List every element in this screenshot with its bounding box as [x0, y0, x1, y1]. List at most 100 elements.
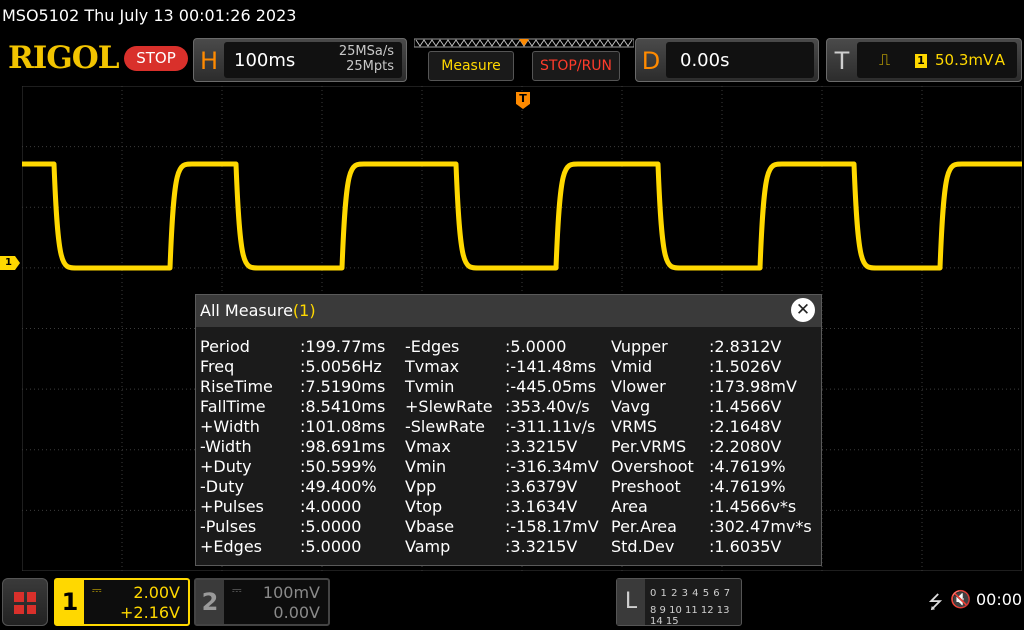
measure-name: RiseTime	[200, 377, 273, 396]
trigger-panel[interactable]: T ⎍ 1 50.3mV A	[826, 38, 1022, 82]
measure-value: :-158.17mV	[505, 517, 599, 536]
close-icon[interactable]: ✕	[791, 298, 815, 322]
trigger-source: 1	[915, 54, 927, 68]
trigger-readout: ⎍ 1 50.3mV A	[857, 42, 1017, 78]
ch1-scale: 2.00V	[133, 583, 180, 602]
usb-icon: ⭍	[928, 592, 943, 613]
measure-value: :3.1634V	[505, 497, 578, 516]
trigger-letter: T	[834, 47, 850, 75]
horizontal-readout: 100ms 25MSa/s 25Mpts	[224, 42, 402, 78]
measure-value: :5.0056Hz	[300, 357, 382, 376]
brand-logo: RIGOL	[8, 40, 120, 76]
measure-value: :199.77ms	[300, 337, 386, 356]
measure-value: :2.2080V	[709, 437, 782, 456]
delay-panel[interactable]: D 0.00s	[635, 38, 819, 82]
status-text: MSO5102 Thu July 13 00:01:26 2023	[2, 6, 297, 25]
measure-value: :5.0000	[505, 337, 567, 356]
ch1-waveform	[22, 161, 1022, 271]
grid-menu-icon[interactable]	[2, 578, 48, 626]
la-channels-8-15: 8 9 10 11 12 13 14 15	[650, 605, 730, 627]
run-state-badge[interactable]: STOP	[124, 46, 188, 71]
measure-name: -Width	[200, 437, 252, 456]
measure-name: Freq	[200, 357, 235, 376]
ch1-channel-box[interactable]: 1 ⎓ 2.00V +2.16V	[54, 578, 190, 626]
delay-value: 0.00s	[680, 50, 730, 71]
measure-name: +Duty	[200, 457, 252, 476]
logic-analyzer-box[interactable]: L 0 1 2 3 4 5 6 7 8 9 10 11 12 13 14 15	[616, 578, 742, 627]
ch1-offset: +2.16V	[120, 603, 180, 622]
measure-name: +SlewRate	[405, 397, 493, 416]
la-channels-0-7: 0 1 2 3 4 5 6 7	[650, 588, 731, 599]
measure-name: Tvmin	[405, 377, 455, 396]
measure-name: +Edges	[200, 537, 263, 556]
measure-value: :1.4566v*s	[709, 497, 797, 516]
measure-value: :4.0000	[300, 497, 362, 516]
measure-name: Vbase	[405, 517, 455, 536]
trigger-mode: A	[994, 51, 1005, 69]
measure-value: :353.40v/s	[505, 397, 590, 416]
measure-value: :7.5190ms	[300, 377, 386, 396]
trigger-level: 50.3mV	[935, 51, 994, 69]
measure-name: Vlower	[611, 377, 666, 396]
toolbar: RIGOL STOP H 100ms 25MSa/s 25Mpts Measur…	[0, 34, 1024, 84]
measure-value: :5.0000	[300, 537, 362, 556]
measure-value: :3.6379V	[505, 477, 578, 496]
measure-value: :3.3215V	[505, 537, 578, 556]
speaker-mute-icon[interactable]: 🔇	[950, 590, 971, 610]
measure-value: :98.691ms	[300, 437, 386, 456]
horizontal-letter: H	[199, 47, 219, 75]
measure-name: Area	[611, 497, 648, 516]
measure-name: FallTime	[200, 397, 266, 416]
dialog-title-text: All Measure	[200, 301, 293, 320]
measure-value: :50.599%	[300, 457, 377, 476]
measure-value: :8.5410ms	[300, 397, 386, 416]
measure-name: Vmid	[611, 357, 653, 376]
dialog-title-channel: (1)	[292, 301, 316, 320]
measure-name: Vpp	[405, 477, 437, 496]
measure-value: :173.98mV	[709, 377, 797, 396]
measure-name: Vamp	[405, 537, 451, 556]
ch2-channel-box[interactable]: 2 ⎓ 100mV 0.00V	[194, 578, 330, 626]
measure-name: -Duty	[200, 477, 244, 496]
horizontal-panel[interactable]: H 100ms 25MSa/s 25Mpts	[193, 38, 407, 82]
ch1-number: 1	[56, 580, 84, 624]
measure-value: :1.6035V	[709, 537, 782, 556]
measure-button[interactable]: Measure	[428, 51, 514, 81]
measure-name: Period	[200, 337, 250, 356]
measure-value: :2.1648V	[709, 417, 782, 436]
memory-depth: 25Mpts	[346, 59, 394, 74]
measure-name: Vmin	[405, 457, 447, 476]
measure-name: Preshoot	[611, 477, 681, 496]
ch2-offset: 0.00V	[273, 603, 320, 622]
measure-name: Std.Dev	[611, 537, 675, 556]
measure-name: Vavg	[611, 397, 651, 416]
measure-name: Overshoot	[611, 457, 694, 476]
measure-name: +Width	[200, 417, 260, 436]
dc-coupling-icon: ⎓	[232, 583, 242, 597]
measure-value: :302.47mv*s	[709, 517, 812, 536]
measure-value: :1.4566V	[709, 397, 782, 416]
measure-value: :-141.48ms	[505, 357, 597, 376]
stop-run-button[interactable]: STOP/RUN	[532, 51, 620, 81]
measure-name: Vtop	[405, 497, 443, 516]
ch1-offset-marker[interactable]: 1	[0, 256, 20, 270]
rising-edge-icon: ⎍	[879, 50, 891, 69]
ch2-scale: 100mV	[262, 583, 320, 602]
memory-trigger-marker	[519, 39, 529, 46]
measure-name: Per.Area	[611, 517, 677, 536]
clock: 00:00	[976, 590, 1023, 609]
sample-rate: 25MSa/s	[338, 44, 394, 59]
measure-value: :-311.11v/s	[505, 417, 596, 436]
measure-name: Per.VRMS	[611, 437, 687, 456]
delay-letter: D	[641, 47, 661, 75]
delay-readout: 0.00s	[666, 42, 814, 78]
measure-name: -Edges	[405, 337, 460, 356]
dialog-header: All Measure(1) ✕	[196, 295, 821, 327]
measure-name: Vmax	[405, 437, 451, 456]
measure-value: :4.7619%	[709, 457, 786, 476]
ch2-number: 2	[196, 580, 224, 624]
dialog-title: All Measure(1)	[200, 301, 316, 320]
measure-name: VRMS	[611, 417, 658, 436]
measure-value: :2.8312V	[709, 337, 782, 356]
measure-value: :1.5026V	[709, 357, 782, 376]
